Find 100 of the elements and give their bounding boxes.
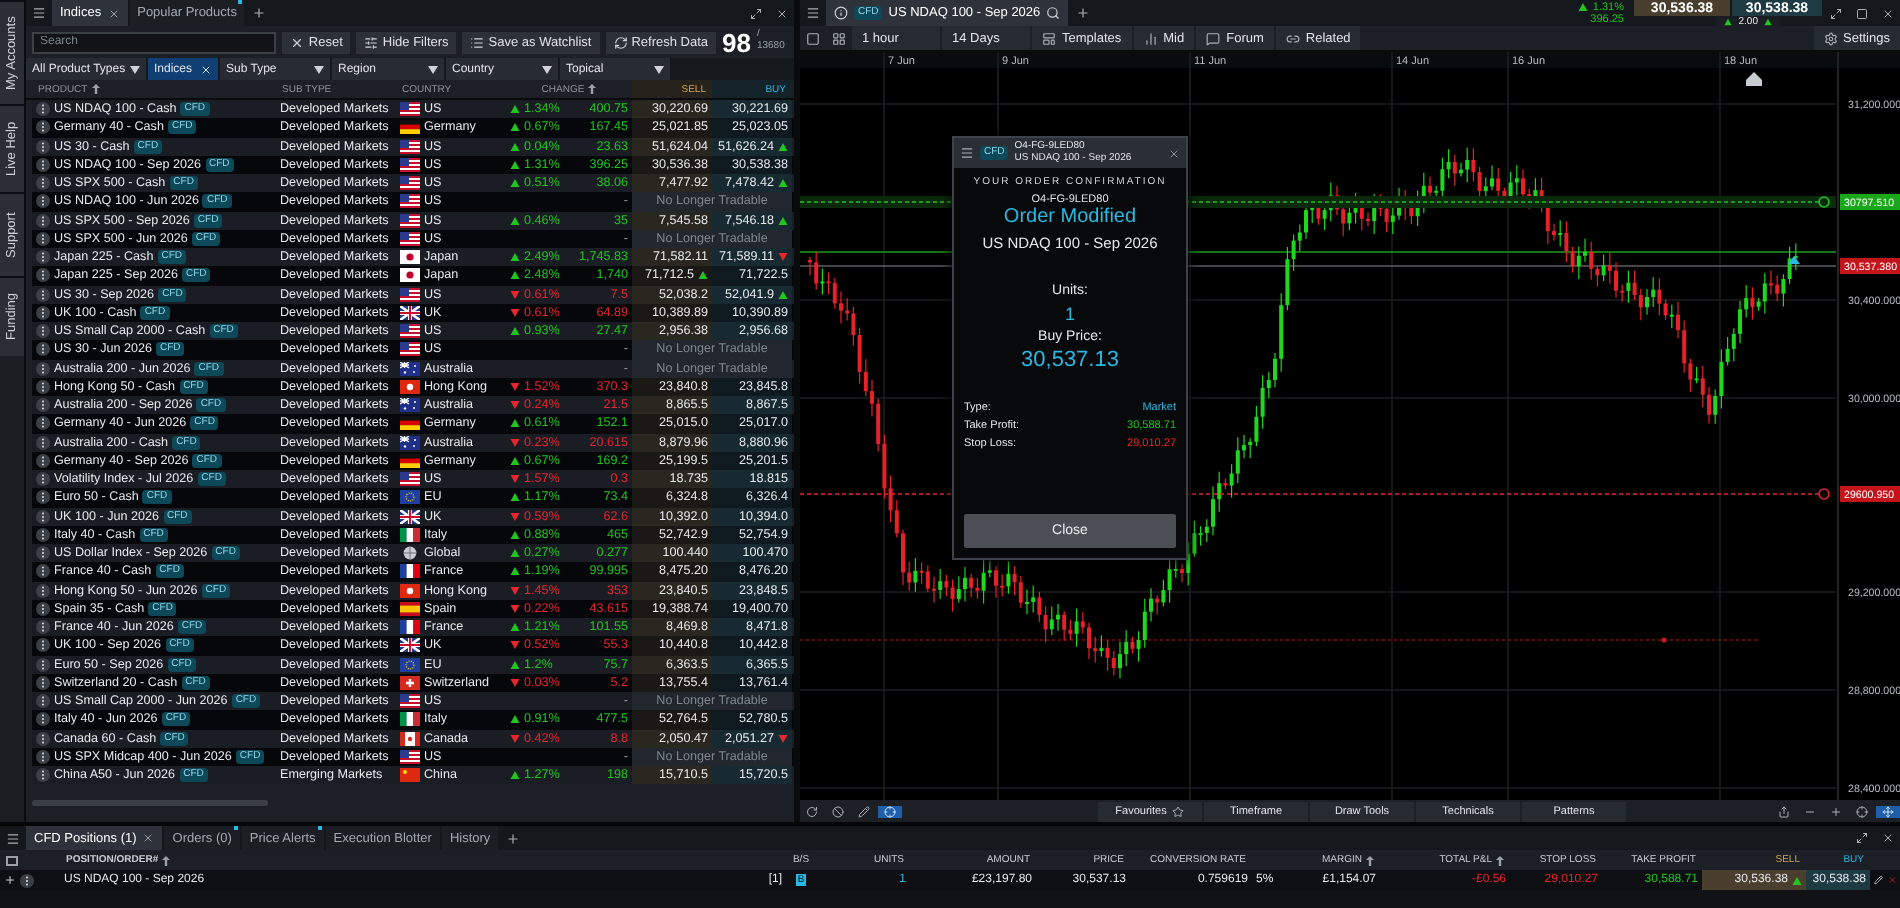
flag-icon bbox=[400, 157, 420, 172]
caret-icon bbox=[428, 65, 438, 73]
more-icon[interactable] bbox=[36, 194, 50, 209]
flag-icon bbox=[400, 361, 420, 376]
flag-icon bbox=[400, 657, 420, 672]
cancel-icon[interactable] bbox=[826, 805, 850, 817]
template-icon bbox=[1042, 31, 1056, 45]
more-icon[interactable] bbox=[36, 509, 50, 524]
flag-icon bbox=[400, 490, 420, 505]
flag-icon bbox=[400, 379, 420, 394]
more-icon[interactable] bbox=[36, 583, 50, 598]
more-icon[interactable] bbox=[36, 490, 50, 505]
more-icon[interactable] bbox=[36, 453, 50, 468]
close-icon bbox=[1168, 147, 1180, 159]
more-icon[interactable] bbox=[36, 102, 50, 117]
more-icon[interactable] bbox=[36, 361, 50, 376]
more-icon[interactable] bbox=[36, 472, 50, 487]
more-icon[interactable] bbox=[36, 250, 50, 265]
sort-icon[interactable] bbox=[1496, 855, 1504, 865]
result-count: 98 bbox=[722, 27, 751, 57]
sort-icon[interactable] bbox=[91, 84, 100, 94]
more-icon[interactable] bbox=[36, 398, 50, 413]
alert-marker-icon bbox=[1746, 72, 1762, 86]
bar-chart-icon bbox=[1143, 31, 1158, 45]
units-value: 1 bbox=[1064, 304, 1075, 324]
more-icon[interactable] bbox=[36, 268, 50, 283]
refresh-icon bbox=[613, 35, 628, 49]
caret-icon bbox=[314, 65, 324, 73]
move-icon[interactable] bbox=[1876, 805, 1900, 817]
more-icon[interactable] bbox=[36, 620, 50, 635]
search-icon bbox=[1046, 6, 1061, 20]
more-icon[interactable] bbox=[36, 731, 50, 746]
sort-icon[interactable] bbox=[588, 84, 597, 94]
link-icon bbox=[1285, 31, 1300, 45]
pencil-icon bbox=[1874, 874, 1883, 886]
more-icon[interactable] bbox=[36, 546, 50, 561]
flag-icon bbox=[400, 250, 420, 265]
more-icon[interactable] bbox=[36, 324, 50, 339]
flag-icon bbox=[400, 675, 420, 690]
more-icon[interactable] bbox=[36, 749, 50, 764]
crosshair-icon[interactable] bbox=[1850, 805, 1874, 817]
flag-icon bbox=[400, 583, 420, 598]
flag-icon bbox=[400, 564, 420, 579]
more-icon[interactable] bbox=[36, 527, 50, 542]
collapse-icon[interactable] bbox=[6, 855, 18, 865]
more-icon[interactable] bbox=[36, 139, 50, 154]
more-icon[interactable] bbox=[36, 768, 50, 783]
flag-icon bbox=[400, 749, 420, 764]
more-icon[interactable] bbox=[36, 435, 50, 450]
pencil-icon[interactable] bbox=[852, 805, 876, 817]
info-icon bbox=[834, 6, 848, 20]
flag-icon bbox=[400, 231, 420, 246]
more-icon[interactable] bbox=[36, 176, 50, 191]
up-arrow-icon bbox=[1724, 17, 1733, 25]
scrollbar[interactable] bbox=[32, 800, 268, 807]
more-icon[interactable] bbox=[36, 601, 50, 616]
position-marker-icon bbox=[1788, 256, 1800, 264]
more-icon[interactable] bbox=[36, 120, 50, 135]
flag-icon bbox=[400, 139, 420, 154]
order-status: Order Modified bbox=[1003, 206, 1137, 228]
sort-icon[interactable] bbox=[1366, 855, 1374, 865]
more-icon[interactable] bbox=[36, 231, 50, 246]
flag-icon bbox=[400, 268, 420, 283]
flag-icon bbox=[400, 176, 420, 191]
caret-icon bbox=[542, 65, 552, 73]
flag-icon bbox=[400, 620, 420, 635]
more-icon[interactable] bbox=[36, 305, 50, 320]
flag-icon bbox=[400, 768, 420, 783]
more-icon[interactable] bbox=[36, 638, 50, 653]
menu-icon bbox=[960, 146, 974, 160]
sort-icon[interactable] bbox=[162, 855, 171, 865]
expand-icon bbox=[4, 874, 16, 886]
flag-icon bbox=[400, 213, 420, 228]
star-icon bbox=[1172, 805, 1185, 817]
more-icon[interactable] bbox=[36, 657, 50, 672]
flag-icon bbox=[400, 527, 420, 542]
sliders-icon bbox=[364, 35, 379, 49]
flag-icon bbox=[400, 194, 420, 209]
more-icon[interactable] bbox=[36, 712, 50, 727]
more-icon[interactable] bbox=[36, 379, 50, 394]
close-icon bbox=[290, 35, 305, 49]
more-icon[interactable] bbox=[36, 694, 50, 709]
more-icon[interactable] bbox=[36, 675, 50, 690]
chat-icon bbox=[1206, 31, 1221, 45]
settings-icon bbox=[1823, 31, 1837, 45]
caret-icon bbox=[130, 65, 140, 73]
more-icon[interactable] bbox=[36, 213, 50, 228]
flag-icon bbox=[400, 287, 420, 302]
more-icon[interactable] bbox=[36, 564, 50, 579]
price-value: 30,537.13 bbox=[1021, 348, 1119, 372]
more-icon[interactable] bbox=[36, 157, 50, 172]
more-icon[interactable] bbox=[36, 342, 50, 357]
crosshair-icon[interactable] bbox=[878, 805, 902, 817]
close-icon bbox=[1887, 874, 1896, 886]
flag-icon bbox=[400, 712, 420, 727]
more-icon[interactable] bbox=[20, 873, 34, 887]
flag-icon bbox=[400, 472, 420, 487]
caret-icon bbox=[654, 65, 664, 73]
more-icon[interactable] bbox=[36, 416, 50, 431]
more-icon[interactable] bbox=[36, 287, 50, 302]
